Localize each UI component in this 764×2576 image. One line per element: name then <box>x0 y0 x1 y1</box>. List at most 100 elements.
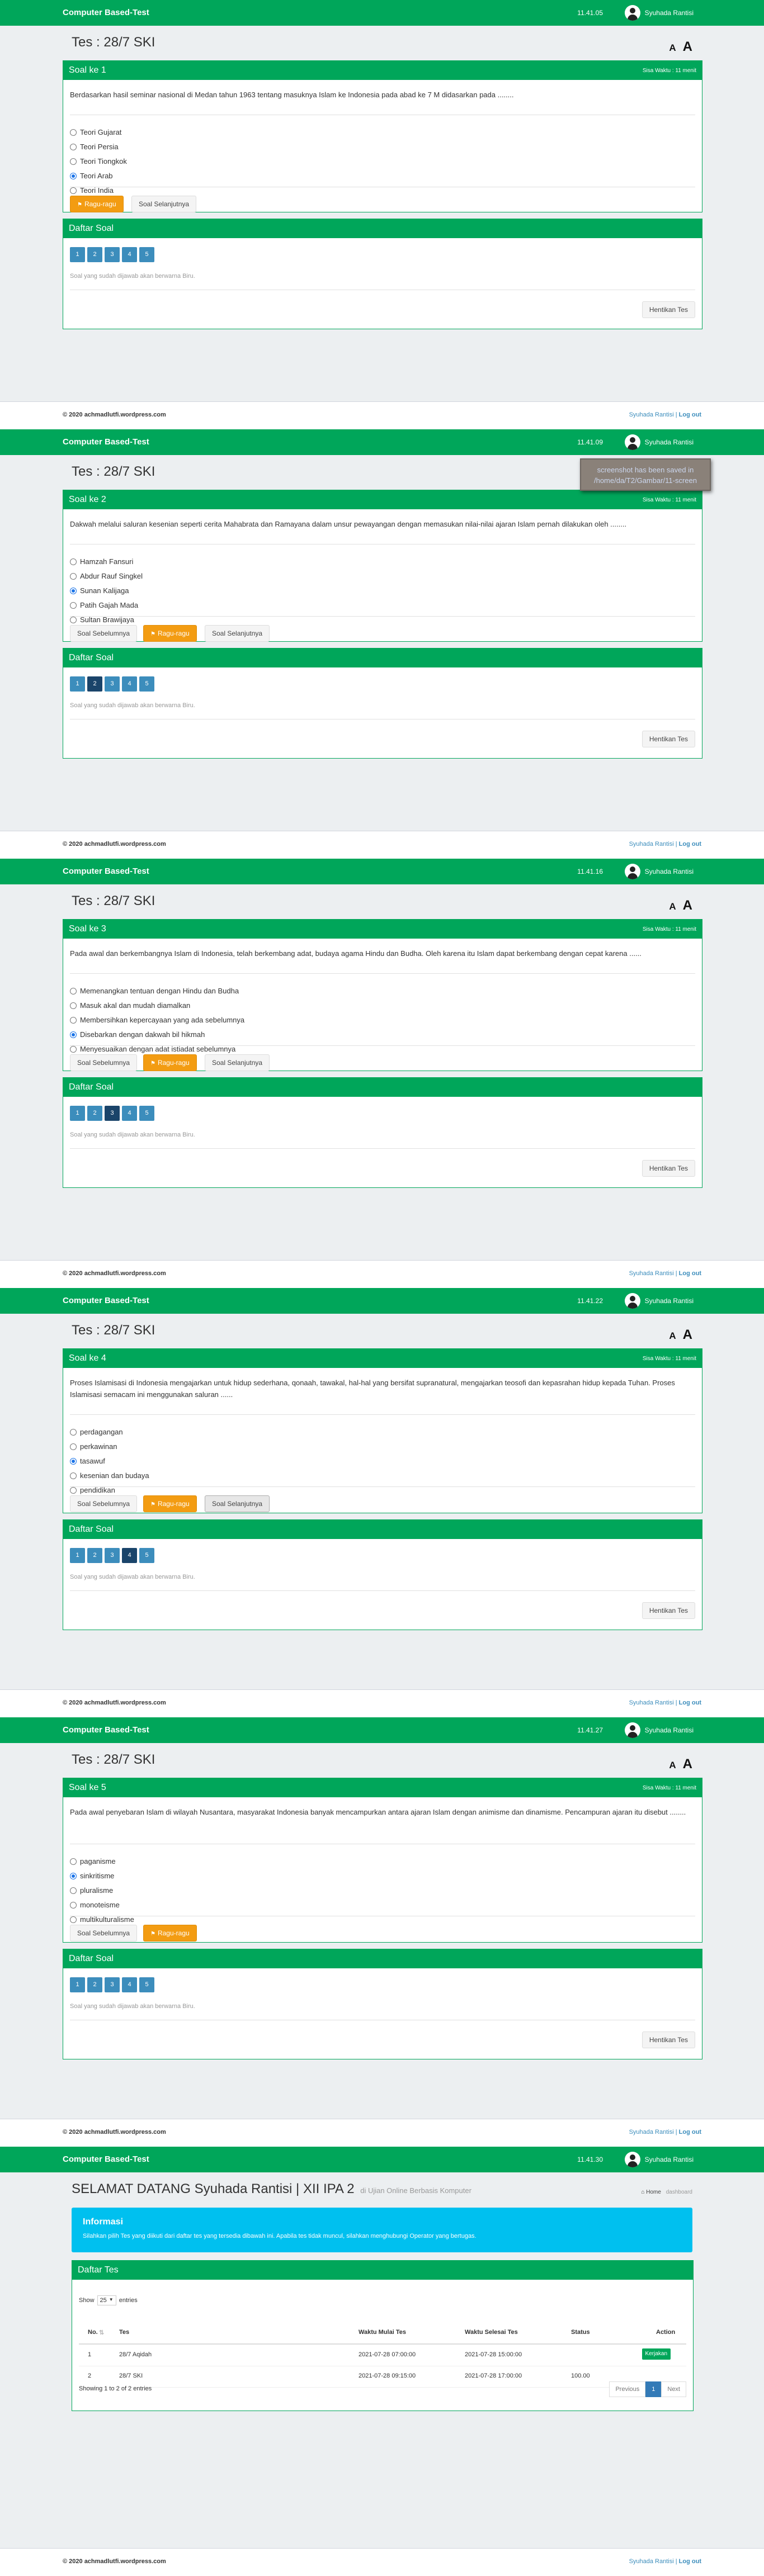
font-small-button[interactable]: A <box>669 901 676 912</box>
stop-test-button[interactable]: Hentikan Tes <box>642 731 695 747</box>
pagination-next[interactable]: Next <box>661 2381 686 2397</box>
answer-option[interactable]: sinkritisme <box>70 1872 114 1881</box>
radio-button[interactable] <box>70 173 77 179</box>
next-question-button[interactable]: Soal Selanjutnya <box>205 1054 270 1071</box>
radio-button[interactable] <box>70 558 77 565</box>
answer-option[interactable]: Teori Tiongkok <box>70 157 127 166</box>
question-nav-button[interactable]: 2 <box>87 1548 102 1563</box>
answer-option[interactable]: multikulturalisme <box>70 1915 134 1924</box>
question-nav-button[interactable]: 3 <box>105 1106 120 1121</box>
question-nav-button[interactable]: 3 <box>105 1977 120 1992</box>
answer-option[interactable]: Teori India <box>70 186 114 195</box>
question-nav-button[interactable]: 4 <box>122 247 137 262</box>
answer-option[interactable]: Sultan Brawijaya <box>70 615 134 624</box>
question-nav-button[interactable]: 3 <box>105 1548 120 1563</box>
brand-logo[interactable]: Computer Based-Test <box>63 1296 149 1305</box>
answer-option[interactable]: pendidikan <box>70 1486 115 1495</box>
question-nav-button[interactable]: 4 <box>122 1977 137 1992</box>
prev-question-button[interactable]: Soal Sebelumnya <box>70 1925 138 1942</box>
radio-button[interactable] <box>70 1916 77 1923</box>
user-menu[interactable]: Syuhada Rantisi <box>624 5 694 21</box>
logout-link[interactable]: Log out <box>679 1270 701 1277</box>
logout-link[interactable]: Log out <box>679 2129 701 2135</box>
radio-button[interactable] <box>70 158 77 165</box>
footer-user-link[interactable]: Syuhada Rantisi <box>629 841 674 847</box>
answer-option[interactable]: Disebarkan dengan dakwah bil hikmah <box>70 1030 205 1039</box>
question-nav-button[interactable]: 3 <box>105 676 120 692</box>
column-header[interactable]: Status <box>571 2329 590 2336</box>
radio-button[interactable] <box>70 1873 77 1879</box>
next-question-button[interactable]: Soal Selanjutnya <box>131 196 197 212</box>
entries-select[interactable]: 25 ▼ <box>97 2295 116 2305</box>
radio-button[interactable] <box>70 588 77 594</box>
answer-option[interactable]: Teori Persia <box>70 143 119 151</box>
footer-user-link[interactable]: Syuhada Rantisi <box>629 2129 674 2135</box>
radio-button[interactable] <box>70 129 77 136</box>
question-nav-button[interactable]: 1 <box>70 247 85 262</box>
user-menu[interactable]: Syuhada Rantisi <box>624 2152 694 2167</box>
brand-logo[interactable]: Computer Based-Test <box>63 8 149 17</box>
brand-logo[interactable]: Computer Based-Test <box>63 1725 149 1735</box>
stop-test-button[interactable]: Hentikan Tes <box>642 1602 695 1619</box>
font-small-button[interactable]: A <box>669 1330 676 1341</box>
doubt-button[interactable]: ⚑ Ragu-ragu <box>143 1495 197 1512</box>
stop-test-button[interactable]: Hentikan Tes <box>642 1160 695 1177</box>
radio-button[interactable] <box>70 617 77 623</box>
start-test-button[interactable]: Kerjakan <box>642 2348 671 2360</box>
question-nav-button[interactable]: 2 <box>87 676 102 692</box>
prev-question-button[interactable]: Soal Sebelumnya <box>70 625 138 642</box>
question-nav-button[interactable]: 2 <box>87 1977 102 1992</box>
footer-user-link[interactable]: Syuhada Rantisi <box>629 1270 674 1277</box>
radio-button[interactable] <box>70 1902 77 1909</box>
brand-logo[interactable]: Computer Based-Test <box>63 437 149 447</box>
brand-logo[interactable]: Computer Based-Test <box>63 2154 149 2164</box>
answer-option[interactable]: perdagangan <box>70 1428 123 1437</box>
radio-button[interactable] <box>70 988 77 995</box>
answer-option[interactable]: Membersihkan kepercayaan yang ada sebelu… <box>70 1016 244 1025</box>
question-nav-button[interactable]: 2 <box>87 247 102 262</box>
radio-button[interactable] <box>70 1031 77 1038</box>
radio-button[interactable] <box>70 1887 77 1894</box>
radio-button[interactable] <box>70 1429 77 1436</box>
font-large-button[interactable]: A <box>683 898 692 913</box>
answer-option[interactable]: Teori Gujarat <box>70 128 121 137</box>
answer-option[interactable]: Memenangkan tentuan dengan Hindu dan Bud… <box>70 987 239 996</box>
user-menu[interactable]: Syuhada Rantisi <box>624 434 694 450</box>
answer-option[interactable]: monoteisme <box>70 1901 120 1910</box>
radio-button[interactable] <box>70 187 77 194</box>
radio-button[interactable] <box>70 1046 77 1053</box>
answer-option[interactable]: pluralisme <box>70 1886 113 1895</box>
radio-button[interactable] <box>70 602 77 609</box>
answer-option[interactable]: Patih Gajah Mada <box>70 601 138 610</box>
answer-option[interactable]: Menyesuaikan dengan adat istiadat sebelu… <box>70 1045 235 1054</box>
radio-button[interactable] <box>70 1002 77 1009</box>
breadcrumb-home[interactable]: Home <box>646 2189 661 2195</box>
radio-button[interactable] <box>70 1443 77 1450</box>
question-nav-button[interactable]: 1 <box>70 1548 85 1563</box>
question-nav-button[interactable]: 1 <box>70 1106 85 1121</box>
radio-button[interactable] <box>70 1017 77 1024</box>
answer-option[interactable]: Sunan Kalijaga <box>70 586 129 595</box>
radio-button[interactable] <box>70 1472 77 1479</box>
column-header[interactable]: Action <box>656 2329 675 2336</box>
brand-logo[interactable]: Computer Based-Test <box>63 866 149 876</box>
font-large-button[interactable]: A <box>683 1327 692 1342</box>
question-nav-button[interactable]: 5 <box>139 676 154 692</box>
answer-option[interactable]: kesenian dan budaya <box>70 1471 149 1480</box>
question-nav-button[interactable]: 5 <box>139 1977 154 1992</box>
footer-user-link[interactable]: Syuhada Rantisi <box>629 411 674 418</box>
answer-option[interactable]: Abdur Rauf Singkel <box>70 572 143 581</box>
stop-test-button[interactable]: Hentikan Tes <box>642 2032 695 2048</box>
footer-user-link[interactable]: Syuhada Rantisi <box>629 1699 674 1706</box>
doubt-button[interactable]: ⚑ Ragu-ragu <box>143 625 197 642</box>
radio-button[interactable] <box>70 144 77 150</box>
footer-user-link[interactable]: Syuhada Rantisi <box>629 2558 674 2565</box>
radio-button[interactable] <box>70 1487 77 1494</box>
answer-option[interactable]: tasawuf <box>70 1457 105 1466</box>
question-nav-button[interactable]: 4 <box>122 1106 137 1121</box>
question-nav-button[interactable]: 2 <box>87 1106 102 1121</box>
question-nav-button[interactable]: 5 <box>139 247 154 262</box>
next-question-button[interactable]: Soal Selanjutnya <box>205 1495 270 1512</box>
answer-option[interactable]: Masuk akal dan mudah diamalkan <box>70 1001 190 1010</box>
answer-option[interactable]: Hamzah Fansuri <box>70 557 133 566</box>
